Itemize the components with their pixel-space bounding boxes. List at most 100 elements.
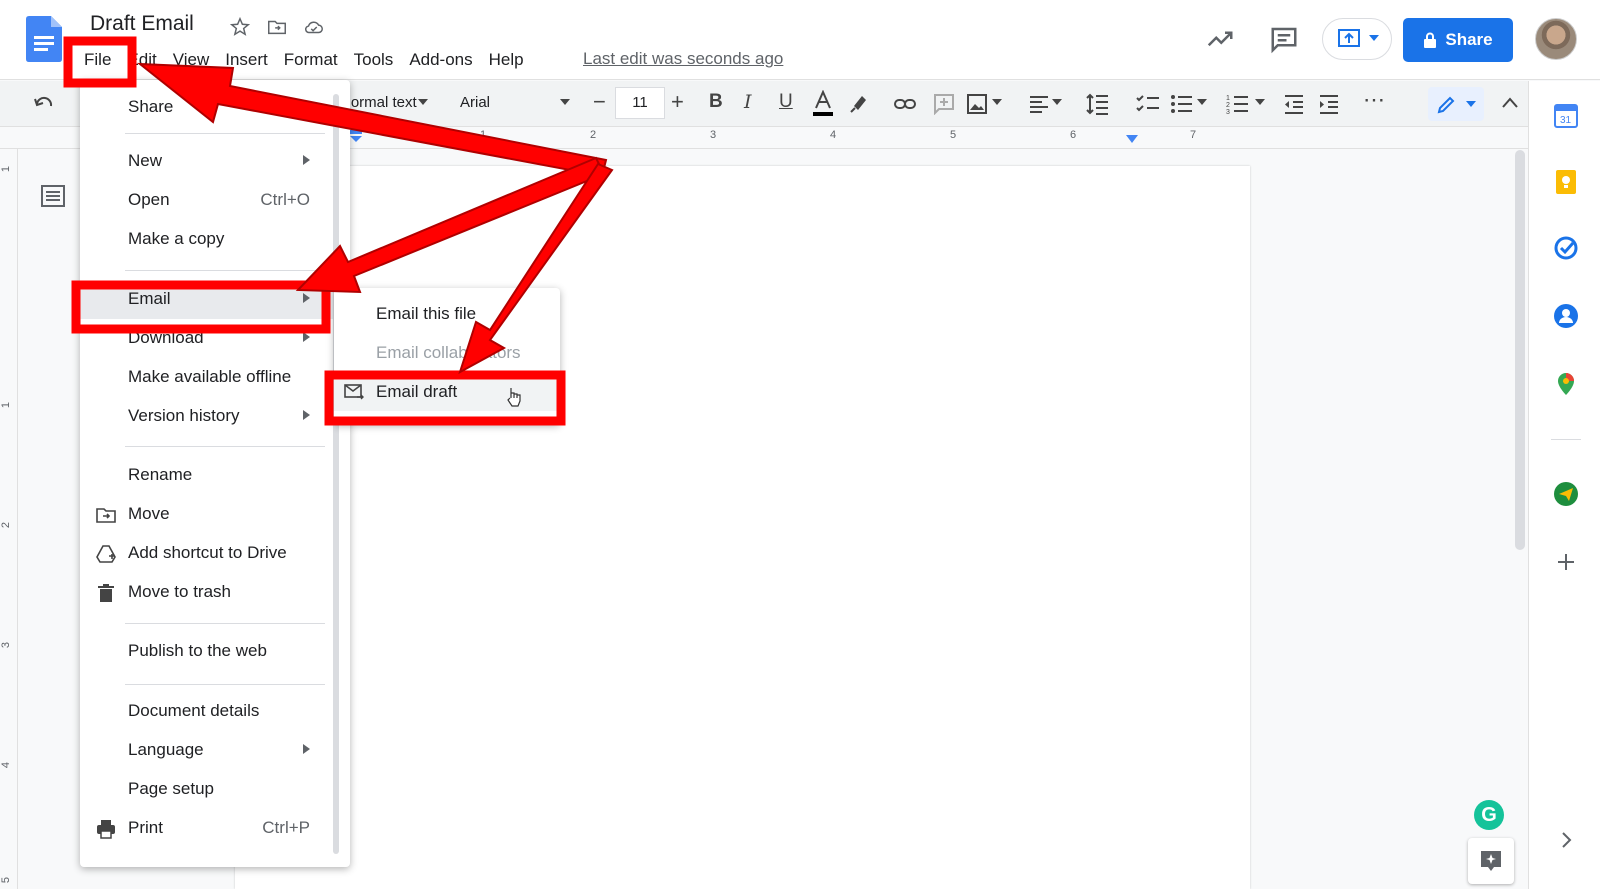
menu-divider: [125, 684, 325, 685]
file-menu-version-history[interactable]: Version history: [80, 398, 350, 436]
file-menu-print[interactable]: Print Ctrl+P: [80, 810, 350, 848]
menu-item-label: Email draft: [376, 382, 458, 401]
increase-font-size-icon[interactable]: +: [671, 89, 684, 115]
menu-view[interactable]: View: [165, 48, 218, 72]
menu-bar: File Edit View Insert Format Tools Add-o…: [76, 47, 532, 73]
font-size-input[interactable]: 11: [615, 87, 665, 119]
decrease-indent-icon[interactable]: [1283, 93, 1305, 115]
activity-trend-icon[interactable]: [1205, 24, 1235, 54]
file-menu-download[interactable]: Download: [80, 320, 350, 358]
italic-icon[interactable]: I: [744, 91, 752, 113]
ruler-number: 1: [480, 129, 487, 141]
file-menu-email[interactable]: Email: [80, 281, 350, 319]
file-menu-page-setup[interactable]: Page setup: [80, 771, 350, 809]
contacts-icon[interactable]: [1553, 303, 1579, 329]
trash-icon: [98, 584, 114, 602]
menu-item-label: Version history: [128, 406, 240, 425]
menu-insert[interactable]: Insert: [217, 48, 276, 72]
email-draft[interactable]: Email draft: [334, 373, 560, 411]
document-page[interactable]: [235, 166, 1250, 889]
underline-icon[interactable]: U: [779, 91, 793, 113]
menu-item-label: Share: [128, 97, 174, 116]
file-menu-rename[interactable]: Rename: [80, 457, 350, 495]
chevron-up-icon[interactable]: [1501, 95, 1519, 109]
file-menu-offline[interactable]: Make available offline: [80, 359, 350, 397]
keep-icon[interactable]: [1553, 169, 1579, 195]
numbered-list-icon[interactable]: 123: [1226, 93, 1250, 115]
email-this-file[interactable]: Email this file: [334, 295, 560, 333]
chevron-down-icon[interactable]: [418, 99, 428, 107]
chevron-down-icon[interactable]: [992, 99, 1002, 107]
file-menu-open[interactable]: Open Ctrl+O: [80, 182, 350, 220]
menu-scrollbar[interactable]: [333, 94, 339, 854]
move-folder-icon[interactable]: [266, 16, 288, 38]
insert-image-icon[interactable]: [966, 93, 988, 115]
chevron-right-icon[interactable]: [1553, 827, 1579, 853]
left-indent-marker-icon[interactable]: [350, 130, 362, 144]
text-color-icon[interactable]: [812, 90, 834, 118]
maps-icon[interactable]: [1553, 371, 1579, 397]
present-button[interactable]: [1322, 18, 1392, 60]
file-menu-trash[interactable]: Move to trash: [80, 574, 350, 612]
grammarly-icon[interactable]: G: [1474, 800, 1504, 830]
add-comment-icon[interactable]: [933, 93, 955, 115]
user-avatar[interactable]: [1535, 18, 1577, 60]
file-menu-publish[interactable]: Publish to the web: [80, 633, 350, 671]
bulleted-list-icon[interactable]: [1170, 93, 1194, 115]
file-menu-add-shortcut[interactable]: Add shortcut to Drive: [80, 535, 350, 573]
menu-help[interactable]: Help: [481, 48, 532, 72]
email-collaborators: Email collaborators: [334, 334, 560, 372]
menu-divider: [125, 623, 325, 624]
menu-tools[interactable]: Tools: [346, 48, 402, 72]
share-button[interactable]: Share: [1403, 18, 1513, 62]
ruler-number: 2: [590, 129, 597, 141]
menu-format[interactable]: Format: [276, 48, 346, 72]
align-left-icon[interactable]: [1028, 93, 1050, 115]
chevron-down-icon[interactable]: [1052, 99, 1062, 107]
shortcut-label: Ctrl+P: [262, 818, 310, 837]
pencil-icon: [1437, 96, 1455, 114]
file-menu-new[interactable]: New: [80, 143, 350, 181]
file-menu-make-copy[interactable]: Make a copy: [80, 221, 350, 259]
explore-button[interactable]: [1468, 838, 1514, 884]
calendar-icon[interactable]: 31: [1553, 103, 1579, 129]
docs-logo-icon[interactable]: [26, 16, 62, 62]
drive-shortcut-icon: [96, 545, 116, 563]
checklist-icon[interactable]: [1136, 93, 1160, 115]
menu-addons[interactable]: Add-ons: [401, 48, 480, 72]
comments-icon[interactable]: [1269, 24, 1299, 54]
decrease-font-size-icon[interactable]: −: [593, 89, 606, 115]
file-menu-details[interactable]: Document details: [80, 693, 350, 731]
tasks-icon[interactable]: [1553, 235, 1579, 261]
insert-link-icon[interactable]: [893, 94, 917, 114]
document-outline-icon[interactable]: [40, 183, 66, 209]
document-title[interactable]: Draft Email: [90, 12, 194, 36]
chevron-down-icon[interactable]: [1255, 99, 1265, 107]
menu-edit[interactable]: Edit: [119, 48, 164, 72]
file-menu-share[interactable]: Share: [80, 89, 350, 127]
increase-indent-icon[interactable]: [1318, 93, 1340, 115]
right-indent-marker-icon[interactable]: [1126, 135, 1138, 145]
file-menu-language[interactable]: Language: [80, 732, 350, 770]
addon-plane-icon[interactable]: [1553, 481, 1579, 507]
last-edit-link[interactable]: Last edit was seconds ago: [583, 49, 783, 69]
line-spacing-icon[interactable]: [1086, 92, 1110, 116]
highlight-icon[interactable]: [848, 92, 870, 114]
more-options-icon[interactable]: ⋯: [1363, 87, 1385, 113]
font-family-select[interactable]: Arial: [460, 94, 490, 111]
paragraph-style-select[interactable]: Normal text: [340, 94, 417, 111]
vertical-scrollbar[interactable]: [1515, 150, 1525, 550]
editing-mode-button[interactable]: [1428, 87, 1484, 121]
cloud-saved-icon[interactable]: [303, 16, 325, 38]
file-menu-move[interactable]: Move: [80, 496, 350, 534]
menu-item-label: Move: [128, 504, 170, 523]
menu-file[interactable]: File: [76, 48, 119, 72]
get-addons-plus-icon[interactable]: [1553, 549, 1579, 575]
svg-text:3: 3: [1226, 109, 1230, 115]
bold-icon[interactable]: B: [709, 91, 723, 113]
star-icon[interactable]: [229, 16, 251, 38]
undo-icon[interactable]: [33, 94, 55, 114]
chevron-down-icon[interactable]: [560, 99, 570, 107]
chevron-down-icon[interactable]: [1197, 99, 1207, 107]
vruler-number: 1: [0, 165, 13, 173]
